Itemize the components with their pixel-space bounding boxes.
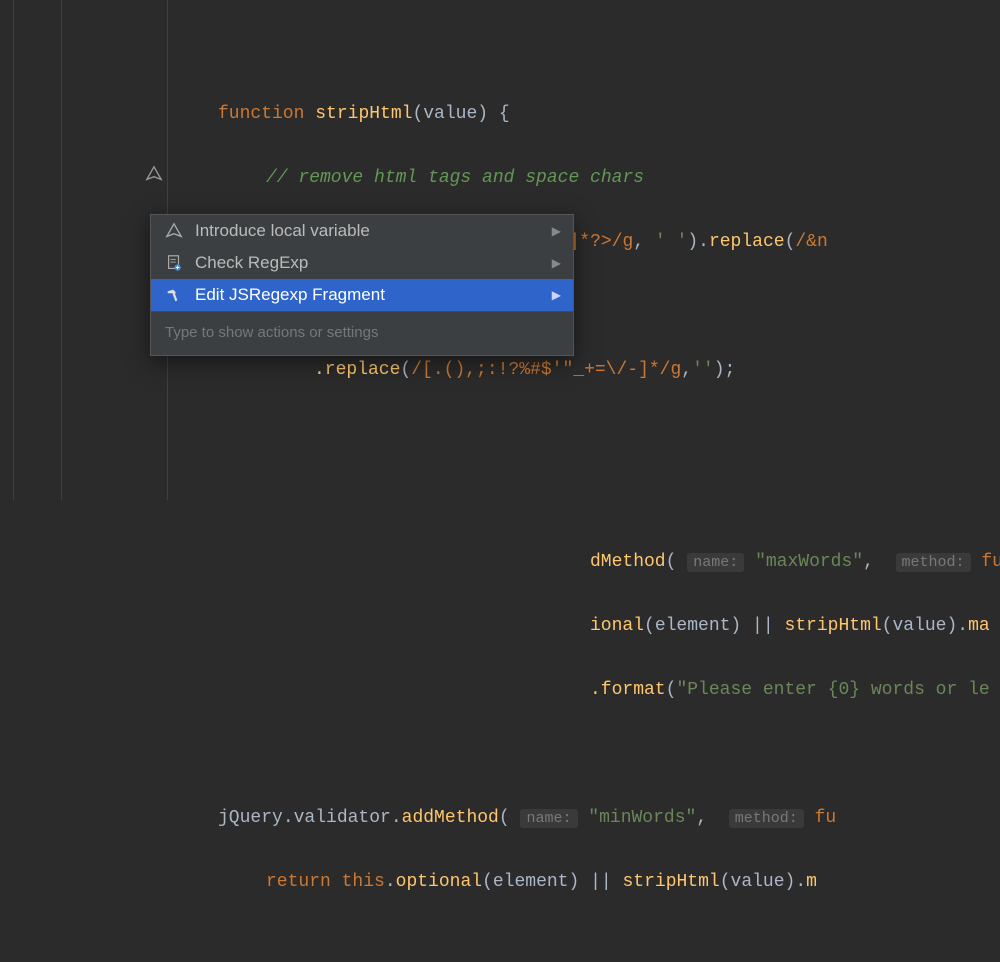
comment: // remove html tags and space chars (266, 168, 644, 188)
code-text: ( (666, 680, 677, 700)
code-text: ); (714, 360, 736, 380)
code-text: ). (687, 232, 709, 252)
submenu-arrow-icon: ▶ (552, 256, 561, 270)
param-hint: method: (896, 553, 971, 572)
code-text: (element) || (644, 616, 784, 636)
tetrahedron-icon (163, 221, 185, 241)
param-hint: name: (520, 809, 577, 828)
submenu-arrow-icon: ▶ (552, 288, 561, 302)
code-text: ( (785, 232, 796, 252)
regex-flag: g (623, 232, 634, 252)
method-call: .format (590, 680, 666, 700)
code-text: . (385, 872, 396, 892)
string: '' (692, 360, 714, 380)
menu-item-label: Edit JSRegexp Fragment (195, 285, 552, 305)
gutter (0, 0, 170, 500)
code-text: (value). (882, 616, 968, 636)
code-text: .validator. (283, 808, 402, 828)
method-call: m (806, 872, 817, 892)
hammer-icon (163, 285, 185, 305)
string: "minWords" (578, 808, 697, 828)
intention-item-introduce-variable[interactable]: Introduce local variable ▶ (151, 215, 573, 247)
method-call: replace (709, 232, 785, 252)
code-text: ( (666, 552, 677, 572)
code-text: , (633, 232, 655, 252)
intention-bulb-icon[interactable] (145, 165, 163, 189)
submenu-arrow-icon: ▶ (552, 224, 561, 238)
menu-item-label: Check RegExp (195, 253, 552, 273)
method-call: stripHtml (623, 872, 720, 892)
code-text: ( (499, 808, 510, 828)
method-call: optional (396, 872, 482, 892)
method-call: ional (590, 616, 644, 636)
code-text: (element) || (482, 872, 622, 892)
method-call: dMethod (590, 552, 666, 572)
code-text: , (681, 360, 692, 380)
intention-item-edit-fragment[interactable]: Edit JSRegexp Fragment ▶ (151, 279, 573, 311)
string: ' ' (655, 232, 687, 252)
method-call: ma (968, 616, 990, 636)
document-config-icon (163, 253, 185, 273)
param-hint: name: (687, 553, 744, 572)
method-call: addMethod (402, 808, 499, 828)
function-name: stripHtml (315, 104, 412, 124)
intention-actions-popup: Introduce local variable ▶ Check RegExp … (150, 214, 574, 356)
keyword: fu (804, 808, 836, 828)
method-call: stripHtml (784, 616, 881, 636)
code-text: , (696, 808, 718, 828)
intention-item-check-regexp[interactable]: Check RegExp ▶ (151, 247, 573, 279)
keyword: this (331, 872, 385, 892)
menu-item-label: Introduce local variable (195, 221, 552, 241)
regex: /[.(),;:!?%#$'"_+=\/-]*/ (411, 360, 670, 380)
regex-flag: g (670, 360, 681, 380)
keyword: function (218, 104, 304, 124)
code-text: (value). (720, 872, 806, 892)
method-call: .replace (314, 360, 400, 380)
keyword: return (266, 872, 331, 892)
keyword: fu (971, 552, 1000, 572)
popup-hint: Type to show actions or settings (151, 311, 573, 355)
regex: /&n (795, 232, 827, 252)
code-text: (value) { (412, 104, 509, 124)
string: "Please enter {0} words or le (676, 680, 989, 700)
code-text: , (863, 552, 885, 572)
string: "maxWords" (744, 552, 863, 572)
code-text: ( (400, 360, 411, 380)
param-hint: method: (729, 809, 804, 828)
code-text: jQuery (218, 808, 283, 828)
